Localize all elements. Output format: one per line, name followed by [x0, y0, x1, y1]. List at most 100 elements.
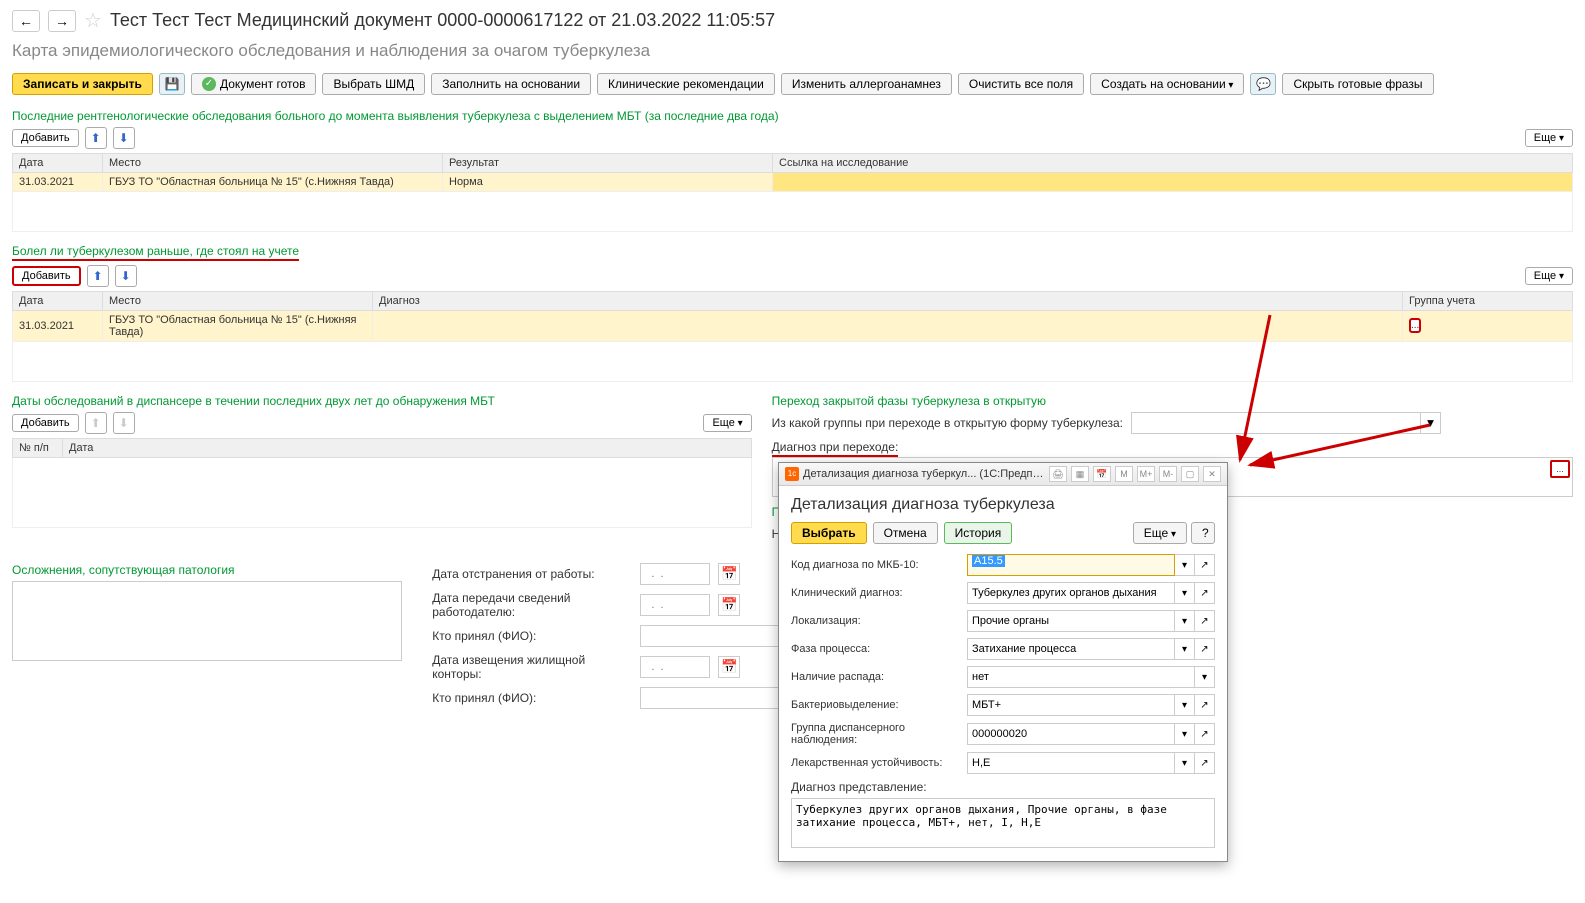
diag-ellipsis-button[interactable]: ...	[1550, 460, 1570, 478]
phase-input[interactable]	[967, 638, 1175, 660]
col-ref[interactable]: Ссылка на исследование	[773, 154, 1573, 173]
bact-dropdown[interactable]: ▾	[1175, 694, 1195, 716]
section3-up-button[interactable]: ⬆	[85, 412, 107, 434]
col-num[interactable]: № п/п	[13, 439, 63, 458]
cell-date[interactable]: 31.03.2021	[13, 173, 103, 192]
clin-dropdown[interactable]: ▾	[1175, 582, 1195, 604]
resist-dropdown[interactable]: ▾	[1175, 752, 1195, 774]
forward-button[interactable]: →	[48, 10, 76, 32]
save-icon-button[interactable]: 💾	[159, 73, 185, 95]
col-group[interactable]: Группа учета	[1403, 292, 1573, 311]
group-input[interactable]	[967, 723, 1175, 745]
m-button[interactable]: M	[1115, 466, 1133, 482]
print-icon[interactable]: 🖨	[1049, 466, 1067, 482]
phase-dropdown[interactable]: ▾	[1175, 638, 1195, 660]
section1-add-button[interactable]: Добавить	[12, 129, 79, 147]
section2-down-button[interactable]: ⬇	[115, 265, 137, 287]
date-housing-picker[interactable]: 📅	[718, 656, 740, 678]
hide-phrases-button[interactable]: Скрыть готовые фразы	[1282, 73, 1433, 95]
diagnosis-detail-dialog: 1c Детализация диагноза туберкул... (1С:…	[778, 462, 1228, 862]
phase-open[interactable]: ↗	[1195, 638, 1215, 660]
decay-input[interactable]	[967, 666, 1195, 688]
back-button[interactable]: ←	[12, 10, 40, 32]
dialog-help-button[interactable]: ?	[1191, 522, 1215, 544]
calendar-icon[interactable]: 📅	[1093, 466, 1111, 482]
mkb-open[interactable]: ↗	[1195, 554, 1215, 576]
section3-table: № п/п Дата	[12, 438, 752, 528]
decay-dropdown[interactable]: ▾	[1195, 666, 1215, 688]
favorite-star-icon[interactable]: ☆	[84, 8, 102, 33]
create-based-button[interactable]: Создать на основании	[1090, 73, 1244, 95]
group-label: Группа диспансерного наблюдения:	[791, 722, 961, 746]
mkb-input[interactable]: A15.5	[967, 554, 1175, 576]
table-row[interactable]: 31.03.2021 ГБУЗ ТО "Областная больница №…	[13, 173, 1573, 192]
col-result[interactable]: Результат	[443, 154, 773, 173]
date-housing-input[interactable]	[640, 656, 710, 678]
cell-diag[interactable]	[373, 311, 1403, 342]
section3-down-button[interactable]: ⬇	[113, 412, 135, 434]
group-transition-dropdown[interactable]: ▾	[1421, 412, 1441, 434]
date-off-input[interactable]	[640, 563, 710, 585]
col-place[interactable]: Место	[103, 292, 373, 311]
bact-input[interactable]	[967, 694, 1175, 716]
group-transition-input[interactable]	[1131, 412, 1421, 434]
cell-place[interactable]: ГБУЗ ТО "Областная больница № 15" (с.Ниж…	[103, 173, 443, 192]
bact-open[interactable]: ↗	[1195, 694, 1215, 716]
loc-dropdown[interactable]: ▾	[1175, 610, 1195, 632]
group-dropdown[interactable]: ▾	[1175, 723, 1195, 745]
complications-textarea[interactable]	[12, 581, 402, 661]
col-date[interactable]: Дата	[13, 154, 103, 173]
date-inform-input[interactable]	[640, 594, 710, 616]
mplus-button[interactable]: M+	[1137, 466, 1155, 482]
cell-group[interactable]: ...	[1403, 311, 1573, 342]
calc-icon[interactable]: ▦	[1071, 466, 1089, 482]
select-shmd-button[interactable]: Выбрать ШМД	[322, 73, 425, 95]
clin-open[interactable]: ↗	[1195, 582, 1215, 604]
change-allergy-button[interactable]: Изменить аллергоанамнез	[781, 73, 952, 95]
close-button[interactable]: ✕	[1203, 466, 1221, 482]
date-inform-picker[interactable]: 📅	[718, 594, 740, 616]
comment-icon-button[interactable]: 💬	[1250, 73, 1276, 95]
loc-input[interactable]	[967, 610, 1175, 632]
dialog-select-button[interactable]: Выбрать	[791, 522, 867, 544]
resist-input[interactable]	[967, 752, 1175, 774]
maximize-button[interactable]: ▢	[1181, 466, 1199, 482]
mminus-button[interactable]: M-	[1159, 466, 1177, 482]
col-date[interactable]: Дата	[63, 439, 752, 458]
col-date[interactable]: Дата	[13, 292, 103, 311]
loc-open[interactable]: ↗	[1195, 610, 1215, 632]
clinical-rec-button[interactable]: Клинические рекомендации	[597, 73, 775, 95]
clin-input[interactable]	[967, 582, 1175, 604]
dialog-history-button[interactable]: История	[944, 522, 1013, 544]
repr-textarea[interactable]	[791, 798, 1215, 848]
section3-more-button[interactable]: Еще	[703, 414, 751, 432]
dialog-cancel-button[interactable]: Отмена	[873, 522, 938, 544]
group-ellipsis-button[interactable]: ...	[1409, 318, 1421, 333]
fill-based-button[interactable]: Заполнить на основании	[431, 73, 591, 95]
doc-ready-button[interactable]: ✓Документ готов	[191, 73, 317, 95]
cell-result[interactable]: Норма	[443, 173, 773, 192]
col-place[interactable]: Место	[103, 154, 443, 173]
group-open[interactable]: ↗	[1195, 723, 1215, 745]
section1-table: Дата Место Результат Ссылка на исследова…	[12, 153, 1573, 232]
col-diag[interactable]: Диагноз	[373, 292, 1403, 311]
cell-place[interactable]: ГБУЗ ТО "Областная больница № 15" (с.Ниж…	[103, 311, 373, 342]
section1-up-button[interactable]: ⬆	[85, 127, 107, 149]
section3-add-button[interactable]: Добавить	[12, 414, 79, 432]
clear-all-button[interactable]: Очистить все поля	[958, 73, 1084, 95]
cell-ref[interactable]	[773, 173, 1573, 192]
section2-more-button[interactable]: Еще	[1525, 267, 1573, 285]
cell-date[interactable]: 31.03.2021	[13, 311, 103, 342]
resist-open[interactable]: ↗	[1195, 752, 1215, 774]
mkb-dropdown[interactable]: ▾	[1175, 554, 1195, 576]
section2-add-button[interactable]: Добавить	[12, 266, 81, 286]
date-off-picker[interactable]: 📅	[718, 563, 740, 585]
dialog-more-button[interactable]: Еще	[1133, 522, 1187, 544]
section1-down-button[interactable]: ⬇	[113, 127, 135, 149]
date-off-label: Дата отстранения от работы:	[432, 567, 632, 581]
save-close-button[interactable]: Записать и закрыть	[12, 73, 153, 95]
mkb-label: Код диагноза по МКБ-10:	[791, 559, 961, 571]
table-row[interactable]: 31.03.2021 ГБУЗ ТО "Областная больница №…	[13, 311, 1573, 342]
section1-more-button[interactable]: Еще	[1525, 129, 1573, 147]
section2-up-button[interactable]: ⬆	[87, 265, 109, 287]
